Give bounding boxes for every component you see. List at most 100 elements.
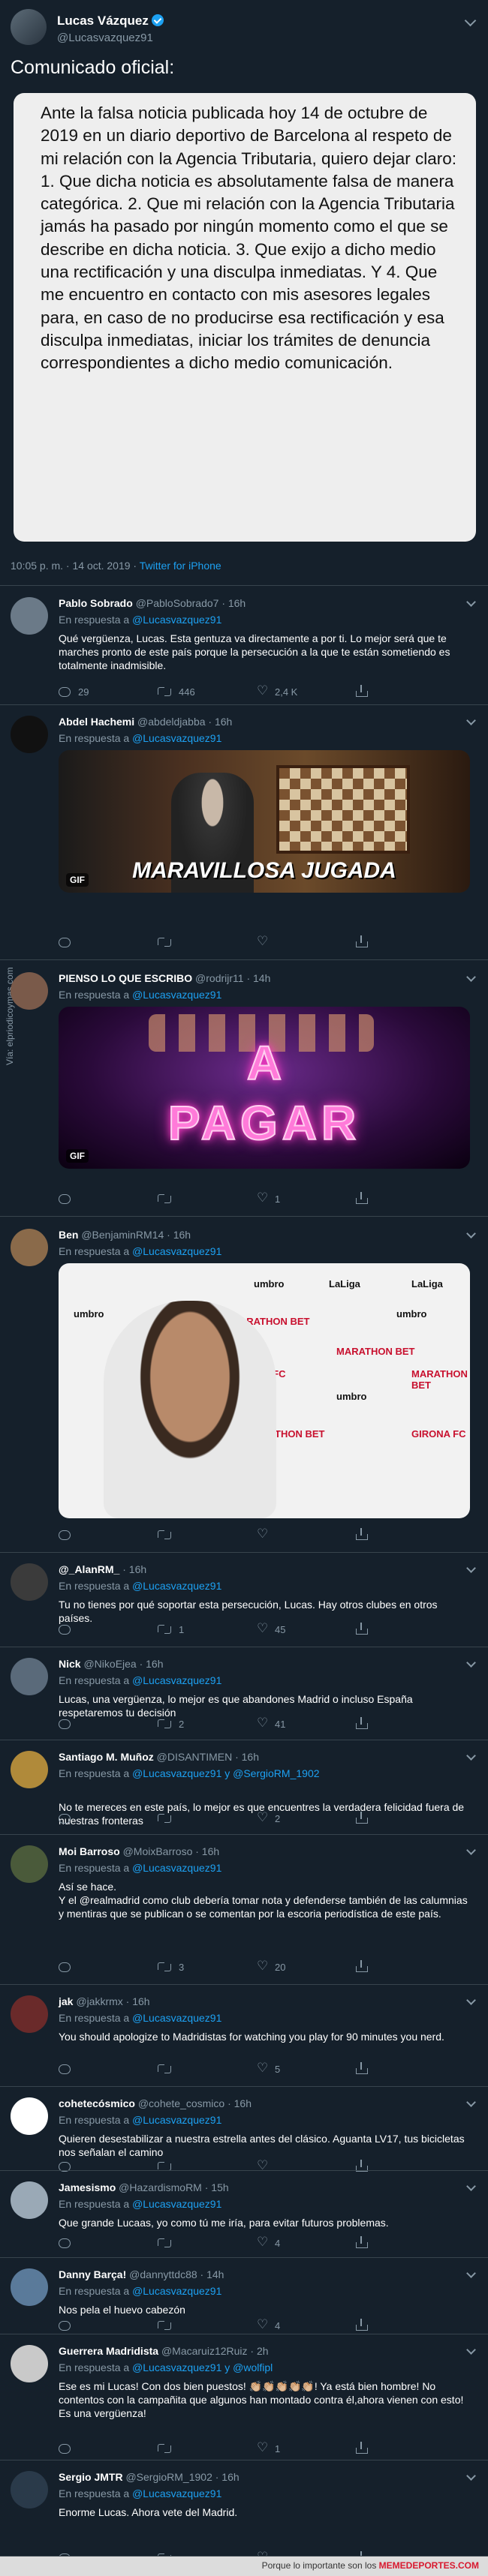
author-name[interactable]: Santiago M. Muñoz <box>59 1751 154 1763</box>
share-action[interactable] <box>356 684 368 699</box>
chevron-down-icon[interactable] <box>464 14 477 27</box>
retweet-action[interactable] <box>158 1191 179 1206</box>
reply-action[interactable] <box>59 1811 78 1826</box>
reply-mention-link[interactable]: @Lucasvazquez91 <box>132 1862 221 1874</box>
like-action[interactable]: 41 <box>257 1716 285 1731</box>
author-name[interactable]: Nick <box>59 1658 81 1670</box>
chevron-down-icon[interactable] <box>466 716 476 725</box>
retweet-action[interactable] <box>158 2441 179 2456</box>
like-action[interactable]: 1 <box>257 2440 280 2456</box>
share-action[interactable] <box>356 2061 368 2076</box>
retweet-action[interactable]: 446 <box>158 684 195 699</box>
reply-tweet[interactable]: @_AlanRM_ · 16h En respuesta a @Lucasvazq… <box>0 1553 488 1647</box>
reply-action[interactable] <box>59 1959 78 1974</box>
share-action[interactable] <box>356 1622 368 1637</box>
like-action[interactable]: 4 <box>257 2235 280 2250</box>
author-name[interactable]: Moi Barroso <box>59 1845 120 1857</box>
reply-tweet[interactable]: Danny Barça! @dannyttdc88 · 14h En respue… <box>0 2258 488 2334</box>
chevron-down-icon[interactable] <box>466 1995 476 2005</box>
reply-action[interactable] <box>59 2061 78 2076</box>
reply-mention-link[interactable]: @Lucasvazquez91 <box>132 1674 221 1686</box>
author-handle[interactable]: @HazardismoRM · 15h <box>119 2181 228 2193</box>
footer-brand[interactable]: MEMEDEPORTES.COM <box>379 2560 479 2571</box>
share-action[interactable] <box>356 2235 368 2250</box>
retweet-action[interactable] <box>158 935 179 950</box>
author-name[interactable]: Abdel Hachemi <box>59 716 134 728</box>
reply-mention-link[interactable]: @Lucasvazquez91 y @SergioRM_1902 <box>132 1767 319 1779</box>
reply-action[interactable] <box>59 2441 78 2456</box>
avatar[interactable] <box>11 597 48 635</box>
chevron-down-icon[interactable] <box>466 2097 476 2107</box>
reply-tweet[interactable]: Santiago M. Muñoz @DISANTIMEN · 16h En re… <box>0 1740 488 1835</box>
like-action[interactable]: 1 <box>257 1190 280 1206</box>
retweet-action[interactable]: 1 <box>158 1622 184 1637</box>
chevron-down-icon[interactable] <box>466 2345 476 2355</box>
author-handle[interactable]: @BenjaminRM14 · 16h <box>81 1229 191 1241</box>
like-action[interactable] <box>257 1527 275 1542</box>
reply-tweet[interactable]: cohetecósmico @cohete_cosmico · 16h En re… <box>0 2087 488 2173</box>
retweet-action[interactable] <box>158 2235 179 2250</box>
reply-mention-link[interactable]: @Lucasvazquez91 <box>132 2114 221 2126</box>
reply-action[interactable] <box>59 1527 78 1542</box>
author-name[interactable]: Danny Barça! <box>59 2268 126 2280</box>
retweet-action[interactable]: 2 <box>158 1716 184 1731</box>
like-action[interactable]: 5 <box>257 2061 280 2076</box>
author-handle[interactable]: @Macaruiz12Ruiz · 2h <box>161 2345 269 2357</box>
reply-tweet[interactable]: Abdel Hachemi @abdeldjabba · 16h En respu… <box>0 705 488 960</box>
reply-tweet[interactable]: Moi Barroso @MoixBarroso · 16h En respues… <box>0 1835 488 1985</box>
retweet-action[interactable] <box>158 1527 179 1542</box>
author-name[interactable]: Pablo Sobrado <box>59 597 133 609</box>
retweet-action[interactable] <box>158 1811 179 1826</box>
author-handle[interactable]: @NikoEjea · 16h <box>83 1658 163 1670</box>
reply-tweet[interactable]: Nick @NikoEjea · 16h En respuesta a @Luca… <box>0 1647 488 1740</box>
author-handle[interactable]: @cohete_cosmico · 16h <box>138 2097 252 2109</box>
author-handle[interactable]: @rodrijr11 · 14h <box>195 972 270 984</box>
chevron-down-icon[interactable] <box>466 2181 476 2191</box>
reply-tweet[interactable]: Guerrera Madridista @Macaruiz12Ruiz · 2h… <box>0 2334 488 2460</box>
avatar[interactable] <box>11 2345 48 2382</box>
share-action[interactable] <box>356 1959 368 1974</box>
tweet-time[interactable]: 10:05 p. m. · 14 oct. 2019 · <box>11 560 137 572</box>
share-action[interactable] <box>356 935 368 950</box>
author-name[interactable]: Sergio JMTR <box>59 2471 123 2483</box>
reply-action[interactable] <box>59 2235 78 2250</box>
statement-image[interactable]: Ante la falsa noticia publicada hoy 14 d… <box>14 93 476 542</box>
avatar[interactable] <box>11 2097 48 2135</box>
retweet-action[interactable] <box>158 2061 179 2076</box>
author-handle[interactable]: @jakkrmx · 16h <box>76 1995 149 2007</box>
author-name[interactable]: PIENSO LO QUE ESCRIBO <box>59 972 192 984</box>
reply-action[interactable] <box>59 2318 78 2333</box>
author-handle[interactable]: @abdeldjabba · 16h <box>137 716 232 728</box>
reply-mention-link[interactable]: @Lucasvazquez91 <box>132 732 221 744</box>
reply-action[interactable] <box>59 1716 78 1731</box>
reply-mention-link[interactable]: @Lucasvazquez91 <box>132 2012 221 2024</box>
reply-action[interactable] <box>59 1622 78 1637</box>
share-action[interactable] <box>356 2441 368 2456</box>
reply-mention-link[interactable]: @Lucasvazquez91 <box>132 2198 221 2210</box>
image-media[interactable]: umbro LaLiga LaLiga MARATHON BET MARATHON BE… <box>59 1263 470 1518</box>
share-action[interactable] <box>356 1811 368 1826</box>
share-action[interactable] <box>356 1527 368 1542</box>
avatar[interactable] <box>11 1845 48 1883</box>
avatar[interactable] <box>11 2181 48 2219</box>
retweet-action[interactable]: 3 <box>158 1959 184 1974</box>
gif-media[interactable]: A A PAGAR PAGAR GIF <box>59 1007 470 1169</box>
chevron-down-icon[interactable] <box>466 972 476 982</box>
author-name[interactable]: Lucas Vázquez <box>57 14 164 29</box>
reply-action[interactable]: 29 <box>59 684 89 699</box>
share-action[interactable] <box>356 1191 368 1206</box>
avatar[interactable] <box>11 1995 48 2033</box>
reply-tweet[interactable]: Jamesismo @HazardismoRM · 15h En respuest… <box>0 2171 488 2258</box>
like-action[interactable]: 2 <box>257 1810 280 1826</box>
author-handle[interactable]: @PabloSobrado7 · 16h <box>136 597 246 609</box>
author-handle[interactable]: @dannyttdc88 · 14h <box>129 2268 224 2280</box>
chevron-down-icon[interactable] <box>466 597 476 607</box>
share-action[interactable] <box>356 2318 368 2333</box>
reply-tweet[interactable]: jak @jakkrmx · 16h En respuesta a @Lucasv… <box>0 1985 488 2087</box>
avatar[interactable] <box>11 1751 48 1788</box>
author-name[interactable]: Guerrera Madridista <box>59 2345 158 2357</box>
like-action[interactable]: 45 <box>257 1621 285 1637</box>
author-name[interactable]: Ben <box>59 1229 78 1241</box>
avatar[interactable] <box>11 1563 48 1601</box>
chevron-down-icon[interactable] <box>466 2268 476 2278</box>
